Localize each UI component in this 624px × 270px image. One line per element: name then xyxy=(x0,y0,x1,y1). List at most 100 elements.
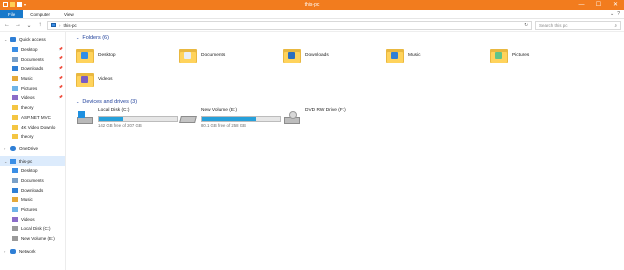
tab-view[interactable]: View xyxy=(57,10,81,18)
folder-item[interactable]: Desktop xyxy=(76,47,116,63)
folder-icon xyxy=(12,114,18,120)
network-icon xyxy=(10,248,16,254)
drive-item[interactable]: Local Disk (C:) 142 GB free of 207 GB xyxy=(76,108,178,128)
sidebar-item-pc-1[interactable]: Documents xyxy=(0,176,65,186)
sidebar-item-label: Network xyxy=(19,248,36,254)
content-area: ⌄ Folders (6) Desktop Documents Downloads M… xyxy=(66,32,624,270)
documents-icon xyxy=(12,56,18,62)
sidebar-item-pc-0[interactable]: Desktop xyxy=(0,166,65,176)
sidebar-item-network[interactable]: › Network xyxy=(0,246,65,256)
minimize-button[interactable]: — xyxy=(573,0,590,10)
up-button[interactable]: ↑ xyxy=(36,22,44,28)
sidebar-item-pc-7[interactable]: New Volume (E:) xyxy=(0,234,65,244)
tab-file[interactable]: File xyxy=(0,10,24,18)
folders-header-label: Folders (6) xyxy=(82,34,109,41)
drive-item[interactable]: New Volume (E:) 80.1 GB free of 258 GB xyxy=(179,108,281,128)
maximize-button[interactable]: ☐ xyxy=(590,0,607,10)
address-row: ← → ⌄ ↑ › this-pc ↻ Search this pc ⌕ xyxy=(0,19,624,32)
chevron-down-icon[interactable]: ⌄ xyxy=(76,99,79,104)
folder-label: Desktop xyxy=(98,52,116,58)
sidebar-item-quick-6[interactable]: theory xyxy=(0,103,65,113)
star-icon xyxy=(10,37,16,43)
sidebar-item-label: Documents xyxy=(21,177,44,183)
sidebar-item-pc-4[interactable]: Pictures xyxy=(0,205,65,215)
drive-label: DVD RW Drive (F:) xyxy=(305,108,346,113)
sidebar-item-quick-5[interactable]: Videos 📌 xyxy=(0,93,65,103)
music-icon xyxy=(12,76,18,82)
sidebar-item-quick-2[interactable]: Downloads 📌 xyxy=(0,64,65,74)
sidebar-item-this-pc[interactable]: ⌄ this-pc xyxy=(0,156,65,166)
sidebar-item-pc-3[interactable]: Music xyxy=(0,195,65,205)
recent-locations-button[interactable]: ⌄ xyxy=(25,22,33,29)
folder-item[interactable]: Videos xyxy=(76,71,113,87)
sidebar-item-quick-4[interactable]: Pictures 📌 xyxy=(0,83,65,93)
folder-icon xyxy=(12,124,18,130)
window-controls: — ☐ ✕ xyxy=(573,0,624,10)
folder-icon xyxy=(12,134,18,140)
sidebar-item-onedrive[interactable]: › OneDrive xyxy=(0,144,65,154)
refresh-icon[interactable]: ↻ xyxy=(524,22,528,28)
drive-item[interactable]: DVD RW Drive (F:) xyxy=(283,108,346,125)
sidebar-item-quick-7[interactable]: ASP.NET MVC xyxy=(0,113,65,123)
music-icon xyxy=(12,197,18,203)
desktop-folder-icon xyxy=(76,47,94,63)
question-icon[interactable]: ? xyxy=(617,11,620,17)
computer-icon xyxy=(10,158,16,164)
forward-button[interactable]: → xyxy=(14,22,22,28)
drive-icon xyxy=(12,236,18,242)
folder-item[interactable]: Pictures xyxy=(490,47,529,63)
pin-icon: 📌 xyxy=(58,56,63,61)
folder-item[interactable]: Downloads xyxy=(283,47,329,63)
pin-icon: 📌 xyxy=(58,85,63,90)
chevron-down-icon[interactable]: ⌄ xyxy=(610,11,614,17)
sidebar-item-label: Downloads xyxy=(21,187,44,193)
sidebar-item-label: Desktop xyxy=(21,168,38,174)
folder-label: Music xyxy=(408,52,421,58)
sidebar-item-pc-6[interactable]: Local Disk (C:) xyxy=(0,224,65,234)
pin-icon: 📌 xyxy=(58,46,63,51)
sidebar-item-quick-9[interactable]: theory xyxy=(0,132,65,142)
sidebar-item-quick-0[interactable]: Desktop 📌 xyxy=(0,45,65,55)
address-bar[interactable]: › this-pc ↻ xyxy=(47,20,532,30)
pictures-icon xyxy=(12,207,18,213)
drive-free-space: 142 GB free of 207 GB xyxy=(98,123,142,128)
tab-computer[interactable]: Computer xyxy=(23,10,57,18)
drive-label: New Volume (E:) xyxy=(201,108,237,113)
sidebar-item-label: Pictures xyxy=(21,207,38,213)
sidebar-item-quick-8[interactable]: 4K Video Downlo xyxy=(0,122,65,132)
address-path: this-pc xyxy=(63,22,77,28)
title-bar: ▾ this-pc — ☐ ✕ xyxy=(0,0,624,10)
chevron-down-icon[interactable]: ⌄ xyxy=(76,35,79,40)
folder-item[interactable]: Music xyxy=(386,47,421,63)
sidebar-item-quick-3[interactable]: Music 📌 xyxy=(0,74,65,84)
folders-header[interactable]: ⌄ Folders (6) xyxy=(76,33,624,42)
sidebar-item-label: Videos xyxy=(21,216,35,222)
downloads-folder-icon xyxy=(283,47,301,63)
sidebar-item-pc-2[interactable]: Downloads xyxy=(0,185,65,195)
sidebar-item-quick-1[interactable]: Documents 📌 xyxy=(0,54,65,64)
documents-folder-icon xyxy=(179,47,197,63)
capacity-bar xyxy=(201,116,281,122)
sidebar-item-pc-5[interactable]: Videos xyxy=(0,214,65,224)
close-button[interactable]: ✕ xyxy=(607,0,624,10)
sidebar-item-label: Downloads xyxy=(21,66,44,72)
search-input[interactable]: Search this pc ⌕ xyxy=(535,20,621,30)
videos-icon xyxy=(12,216,18,222)
desktop-icon xyxy=(12,47,18,53)
folder-item[interactable]: Documents xyxy=(179,47,225,63)
computer-icon xyxy=(51,23,56,27)
sidebar-item-quick-access[interactable]: ⌄ Quick access xyxy=(0,35,65,45)
folders-grid: Desktop Documents Downloads Music Pictures Vi… xyxy=(76,42,624,97)
drives-header[interactable]: ⌄ Devices and drives (3) xyxy=(76,97,624,106)
sidebar-item-label: Desktop xyxy=(21,47,38,53)
documents-icon xyxy=(12,177,18,183)
back-button[interactable]: ← xyxy=(3,22,11,28)
sidebar-item-label: this-pc xyxy=(19,158,33,164)
sidebar-item-label: ASP.NET MVC xyxy=(21,114,51,120)
folder-label: Downloads xyxy=(305,52,329,58)
capacity-fill xyxy=(202,117,256,121)
sidebar-item-label: Pictures xyxy=(21,85,38,91)
windows-drive-icon xyxy=(12,226,18,232)
sidebar-item-label: Local Disk (C:) xyxy=(21,226,51,232)
capacity-fill xyxy=(99,117,124,121)
